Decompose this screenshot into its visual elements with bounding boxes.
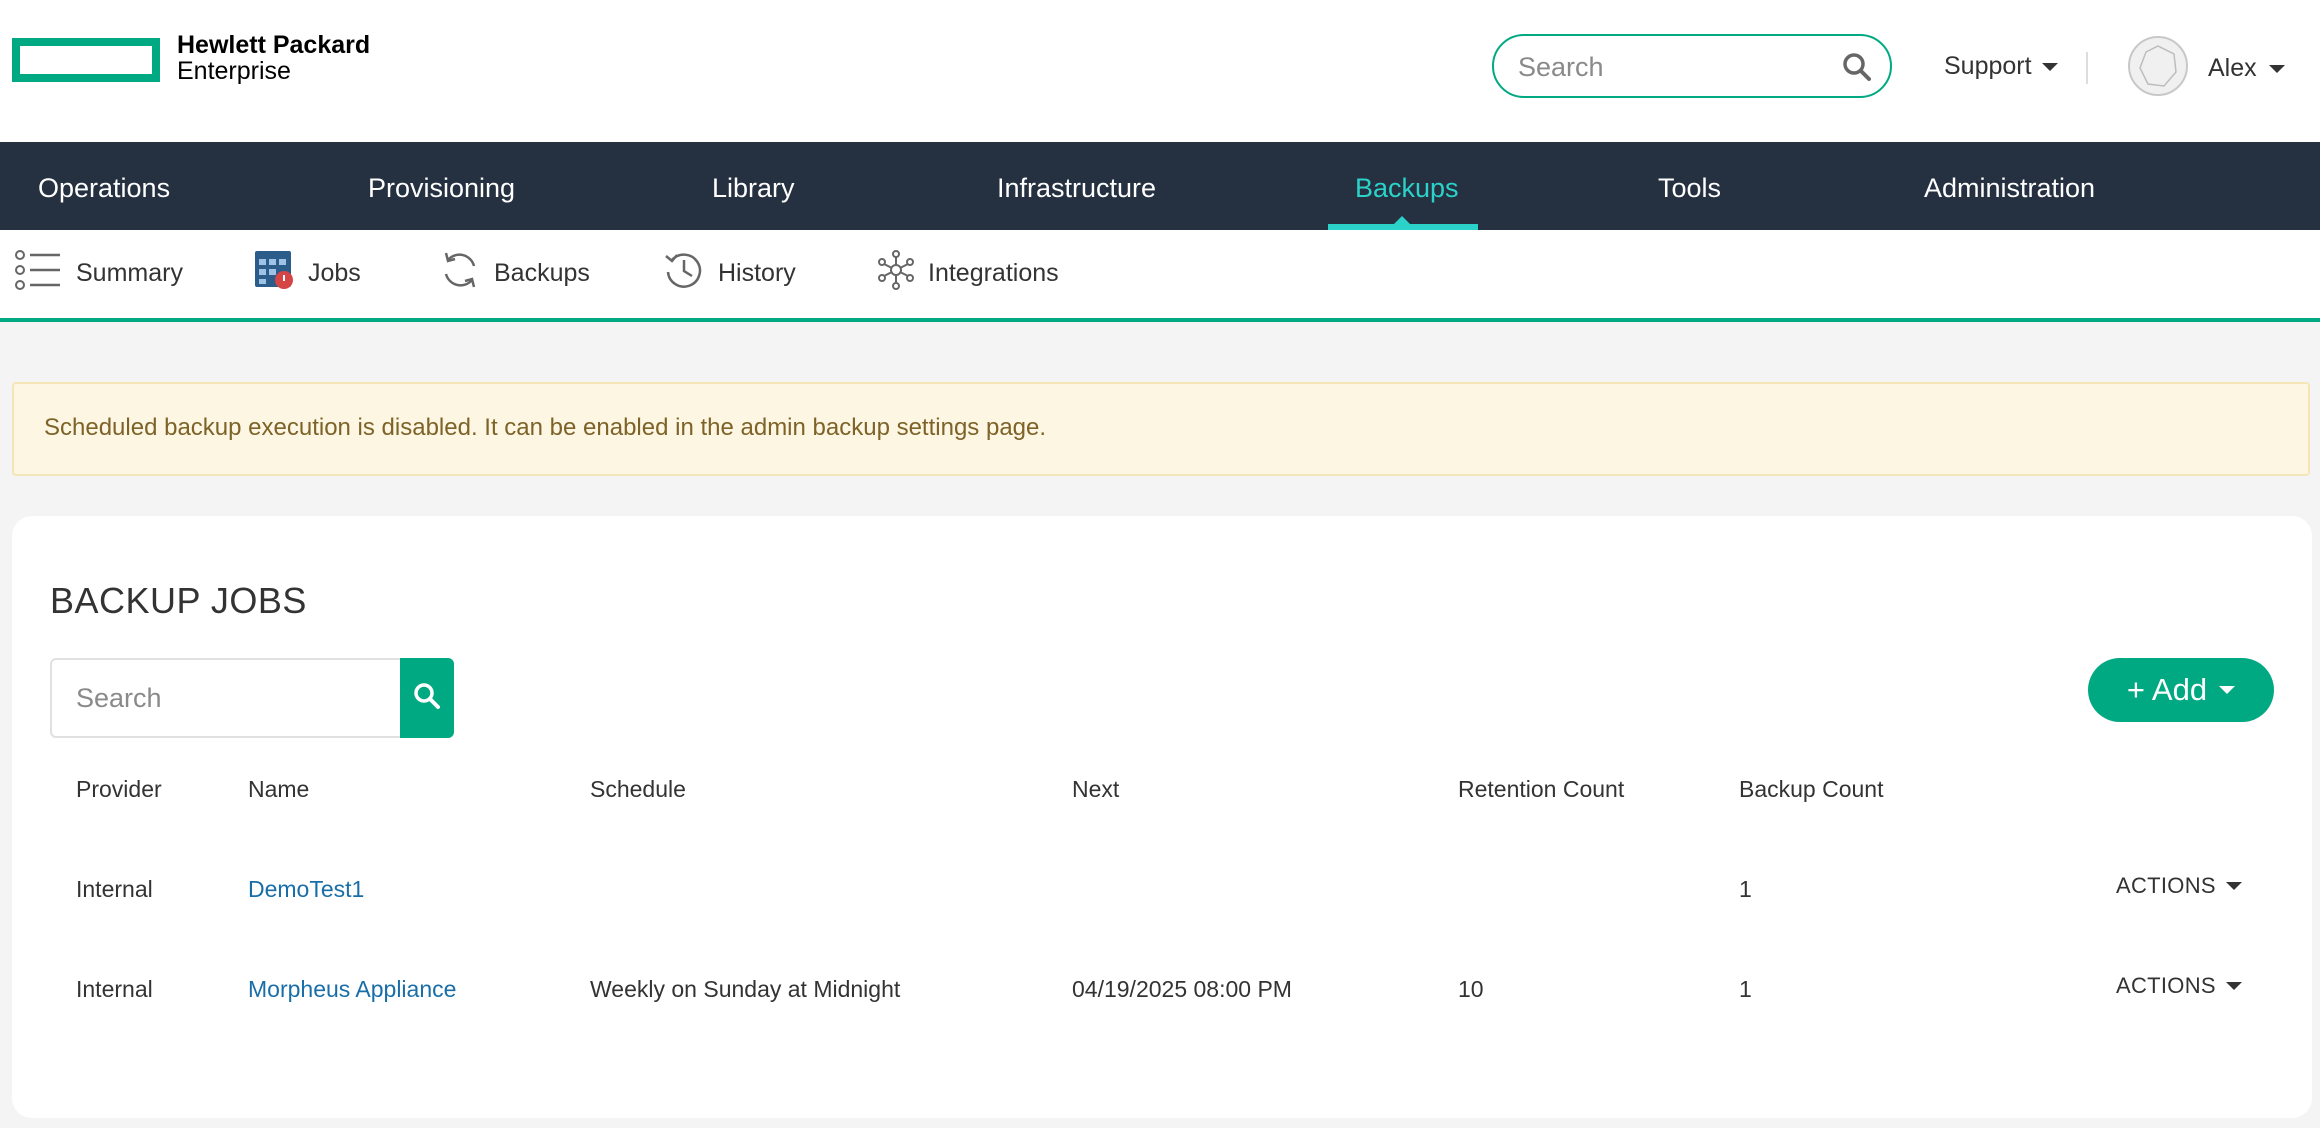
add-button-label: + Add (2126, 672, 2208, 707)
refresh-icon (440, 250, 480, 297)
nav-library[interactable]: Library (712, 142, 795, 230)
jobs-search-button[interactable] (400, 658, 454, 738)
row-actions-menu[interactable]: ACTIONS (2116, 973, 2242, 999)
job-name-link[interactable]: Morpheus Appliance (248, 976, 456, 1003)
actions-label: ACTIONS (2116, 873, 2216, 898)
integrations-network-icon (878, 249, 914, 297)
global-search-input[interactable] (1518, 48, 1818, 86)
add-button[interactable]: + Add (2088, 658, 2274, 722)
subnav-summary-label: Summary (76, 258, 183, 287)
list-icon (14, 249, 62, 297)
hpe-logo-text[interactable]: Hewlett Packard Enterprise (177, 32, 370, 84)
subnav-jobs-label: Jobs (308, 258, 361, 287)
support-label: Support (1944, 52, 2032, 80)
global-search-box (1492, 34, 1892, 98)
subnav-integrations[interactable]: Integrations (878, 248, 1059, 298)
chevron-down-icon (2041, 62, 2058, 71)
chevron-down-icon (2225, 982, 2242, 990)
jobs-search-input[interactable] (50, 658, 400, 738)
chevron-down-icon (2225, 882, 2242, 890)
cell-schedule: Weekly on Sunday at Midnight (590, 976, 901, 1002)
actions-label: ACTIONS (2116, 973, 2216, 998)
nav-operations[interactable]: Operations (38, 142, 170, 230)
column-header-provider[interactable]: Provider (76, 776, 162, 803)
logo-line-1: Hewlett Packard (177, 31, 371, 59)
nav-tools[interactable]: Tools (1658, 142, 1721, 230)
subnav-integrations-label: Integrations (928, 258, 1059, 287)
subnav-history-label: History (718, 258, 796, 287)
alert-message: Scheduled backup execution is disabled. … (44, 414, 1047, 441)
backup-jobs-card: BACKUP JOBS + Add Provider Name Schedule… (12, 516, 2312, 1118)
nav-provisioning[interactable]: Provisioning (368, 142, 515, 230)
search-icon[interactable] (1842, 52, 1872, 87)
subnav-summary[interactable]: Summary (14, 248, 183, 298)
user-name: Alex (2208, 54, 2257, 82)
column-header-backup-count[interactable]: Backup Count (1739, 776, 1883, 803)
nav-administration[interactable]: Administration (1924, 142, 2095, 230)
top-header: Hewlett Packard Enterprise Support Alex (0, 0, 2320, 142)
avatar[interactable] (2128, 36, 2188, 96)
cell-provider: Internal (76, 876, 153, 902)
history-icon (664, 250, 704, 297)
jobs-search (50, 658, 454, 738)
cell-backup-count: 1 (1739, 976, 1752, 1002)
chevron-down-icon (2219, 686, 2236, 694)
user-menu[interactable]: Alex (2208, 54, 2285, 83)
cell-retention-count: 10 (1458, 976, 1484, 1002)
page-title: BACKUP JOBS (50, 580, 307, 621)
main-nav: Operations Provisioning Library Infrastr… (0, 142, 2320, 230)
hpe-logo-mark[interactable] (12, 38, 160, 82)
subnav-history[interactable]: History (664, 248, 796, 298)
sub-nav: Summary Jobs Backups History Integration… (0, 230, 2320, 322)
cell-provider: Internal (76, 976, 153, 1002)
column-header-schedule[interactable]: Schedule (590, 776, 686, 803)
chevron-down-icon (2268, 64, 2285, 73)
logo-line-2: Enterprise (177, 57, 291, 85)
job-name-link[interactable]: DemoTest1 (248, 876, 364, 903)
jobs-calendar-icon (254, 250, 294, 297)
support-menu[interactable]: Support (1944, 52, 2058, 81)
search-icon (413, 682, 441, 715)
nav-infrastructure[interactable]: Infrastructure (997, 142, 1156, 230)
column-header-retention-count[interactable]: Retention Count (1458, 776, 1624, 803)
header-divider (2086, 52, 2088, 84)
subnav-backups[interactable]: Backups (440, 248, 590, 298)
cell-next: 04/19/2025 08:00 PM (1072, 976, 1292, 1002)
subnav-backups-label: Backups (494, 258, 590, 287)
cell-backup-count: 1 (1739, 876, 1752, 902)
scheduled-backup-alert: Scheduled backup execution is disabled. … (12, 382, 2310, 476)
column-header-name[interactable]: Name (248, 776, 309, 803)
row-actions-menu[interactable]: ACTIONS (2116, 873, 2242, 899)
subnav-jobs[interactable]: Jobs (254, 248, 361, 298)
column-header-next[interactable]: Next (1072, 776, 1119, 803)
